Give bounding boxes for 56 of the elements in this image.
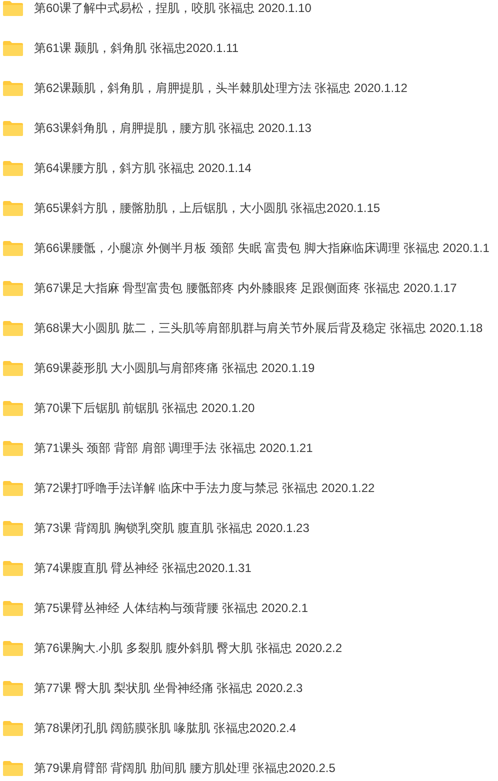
- folder-icon: [3, 600, 23, 616]
- folder-row[interactable]: 第72课打呼噜手法详解 临床中手法力度与禁忌 张福忠 2020.1.22: [0, 480, 498, 496]
- folder-icon: [3, 280, 23, 296]
- folder-row[interactable]: 第74课腹直肌 臂丛神经 张福忠2020.1.31: [0, 560, 498, 576]
- folder-name: 第75课臂丛神经 人体结构与颈背腰 张福忠 2020.2.1: [34, 600, 308, 616]
- folder-row[interactable]: 第64课腰方肌，斜方肌 张福忠 2020.1.14: [0, 160, 498, 176]
- folder-row[interactable]: 第67课足大指麻 骨型富贵包 腰骶部疼 内外膝眼疼 足跟侧面疼 张福忠 2020.1.17: [0, 280, 498, 296]
- folder-name: 第72课打呼噜手法详解 临床中手法力度与禁忌 张福忠 2020.1.22: [34, 480, 375, 496]
- folder-name: 第78课闭孔肌 阔筋膜张肌 喙肱肌 张福忠2020.2.4: [34, 720, 296, 736]
- folder-icon: [3, 240, 23, 256]
- folder-name: 第61课 颞肌，斜角肌 张福忠2020.1.11: [34, 40, 239, 56]
- folder-name: 第79课肩臂部 背阔肌 肋间肌 腰方肌处理 张福忠2020.2.5: [34, 760, 336, 776]
- folder-name: 第77课 臀大肌 梨状肌 坐骨神经痛 张福忠 2020.2.3: [34, 680, 303, 696]
- folder-row[interactable]: 第71课头 颈部 背部 肩部 调理手法 张福忠 2020.1.21: [0, 440, 498, 456]
- folder-icon: [3, 40, 23, 56]
- folder-row[interactable]: 第77课 臀大肌 梨状肌 坐骨神经痛 张福忠 2020.2.3: [0, 680, 498, 696]
- folder-row[interactable]: 第79课肩臂部 背阔肌 肋间肌 腰方肌处理 张福忠2020.2.5: [0, 760, 498, 776]
- folder-name: 第63课斜角肌，肩胛提肌，腰方肌 张福忠 2020.1.13: [34, 120, 312, 136]
- folder-icon: [3, 200, 23, 216]
- folder-row[interactable]: 第70课下后锯肌 前锯肌 张福忠 2020.1.20: [0, 400, 498, 416]
- folder-icon: [3, 360, 23, 376]
- folder-row[interactable]: 第63课斜角肌，肩胛提肌，腰方肌 张福忠 2020.1.13: [0, 120, 498, 136]
- folder-name: 第65课斜方肌，腰髂肋肌，上后锯肌，大小圆肌 张福忠2020.1.15: [34, 200, 380, 216]
- folder-row[interactable]: 第69课菱形肌 大小圆肌与肩部疼痛 张福忠 2020.1.19: [0, 360, 498, 376]
- folder-icon: [3, 720, 23, 736]
- folder-row[interactable]: 第75课臂丛神经 人体结构与颈背腰 张福忠 2020.2.1: [0, 600, 498, 616]
- folder-name: 第69课菱形肌 大小圆肌与肩部疼痛 张福忠 2020.1.19: [34, 360, 315, 376]
- folder-row[interactable]: 第73课 背阔肌 胸锁乳突肌 腹直肌 张福忠 2020.1.23: [0, 520, 498, 536]
- folder-row[interactable]: 第76课胸大.小肌 多裂肌 腹外斜肌 臀大肌 张福忠 2020.2.2: [0, 640, 498, 656]
- folder-name: 第62课颞肌，斜角肌，肩胛提肌，头半棘肌处理方法 张福忠 2020.1.12: [34, 80, 408, 96]
- folder-icon: [3, 160, 23, 176]
- folder-name: 第70课下后锯肌 前锯肌 张福忠 2020.1.20: [34, 400, 255, 416]
- folder-icon: [3, 0, 23, 16]
- folder-icon: [3, 400, 23, 416]
- folder-icon: [3, 80, 23, 96]
- folder-name: 第64课腰方肌，斜方肌 张福忠 2020.1.14: [34, 160, 252, 176]
- folder-name: 第74课腹直肌 臂丛神经 张福忠2020.1.31: [34, 560, 252, 576]
- folder-icon: [3, 440, 23, 456]
- folder-name: 第67课足大指麻 骨型富贵包 腰骶部疼 内外膝眼疼 足跟侧面疼 张福忠 2020.1.17: [34, 280, 457, 296]
- folder-name: 第60课了解中式易松，捏肌，咬肌 张福忠 2020.1.10: [34, 0, 312, 16]
- folder-icon: [3, 760, 23, 776]
- folder-icon: [3, 520, 23, 536]
- folder-row[interactable]: 第62课颞肌，斜角肌，肩胛提肌，头半棘肌处理方法 张福忠 2020.1.12: [0, 80, 498, 96]
- folder-icon: [3, 120, 23, 136]
- folder-row[interactable]: 第78课闭孔肌 阔筋膜张肌 喙肱肌 张福忠2020.2.4: [0, 720, 498, 736]
- folder-name: 第71课头 颈部 背部 肩部 调理手法 张福忠 2020.1.21: [34, 440, 313, 456]
- folder-name: 第76课胸大.小肌 多裂肌 腹外斜肌 臀大肌 张福忠 2020.2.2: [34, 640, 342, 656]
- folder-icon: [3, 320, 23, 336]
- folder-row[interactable]: 第65课斜方肌，腰髂肋肌，上后锯肌，大小圆肌 张福忠2020.1.15: [0, 200, 498, 216]
- folder-icon: [3, 640, 23, 656]
- folder-icon: [3, 560, 23, 576]
- folder-icon: [3, 480, 23, 496]
- folder-row[interactable]: 第60课了解中式易松，捏肌，咬肌 张福忠 2020.1.10: [0, 0, 498, 16]
- folder-row[interactable]: 第61课 颞肌，斜角肌 张福忠2020.1.11: [0, 40, 498, 56]
- folder-name: 第73课 背阔肌 胸锁乳突肌 腹直肌 张福忠 2020.1.23: [34, 520, 310, 536]
- folder-icon: [3, 680, 23, 696]
